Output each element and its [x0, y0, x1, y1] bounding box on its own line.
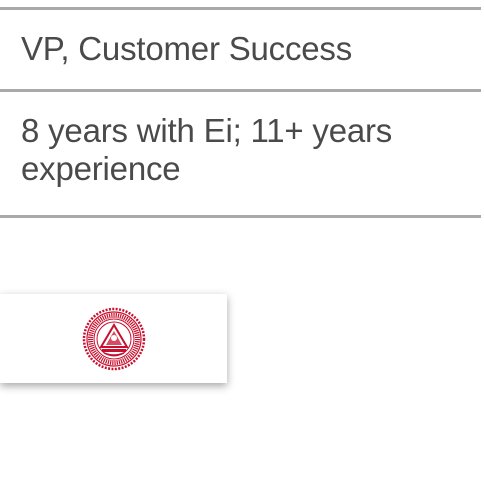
tenure-text: 8 years with Ei; 11+ years experience: [21, 112, 393, 187]
education-logo-card[interactable]: [0, 294, 227, 383]
job-title-row: VP, Customer Success: [0, 7, 481, 89]
job-title: VP, Customer Success: [21, 30, 353, 67]
institute-seal-icon: [82, 307, 145, 370]
tenure-row: 8 years with Ei; 11+ years experience: [0, 89, 481, 218]
profile-info-list: VP, Customer Success 8 years with Ei; 11…: [0, 7, 481, 218]
